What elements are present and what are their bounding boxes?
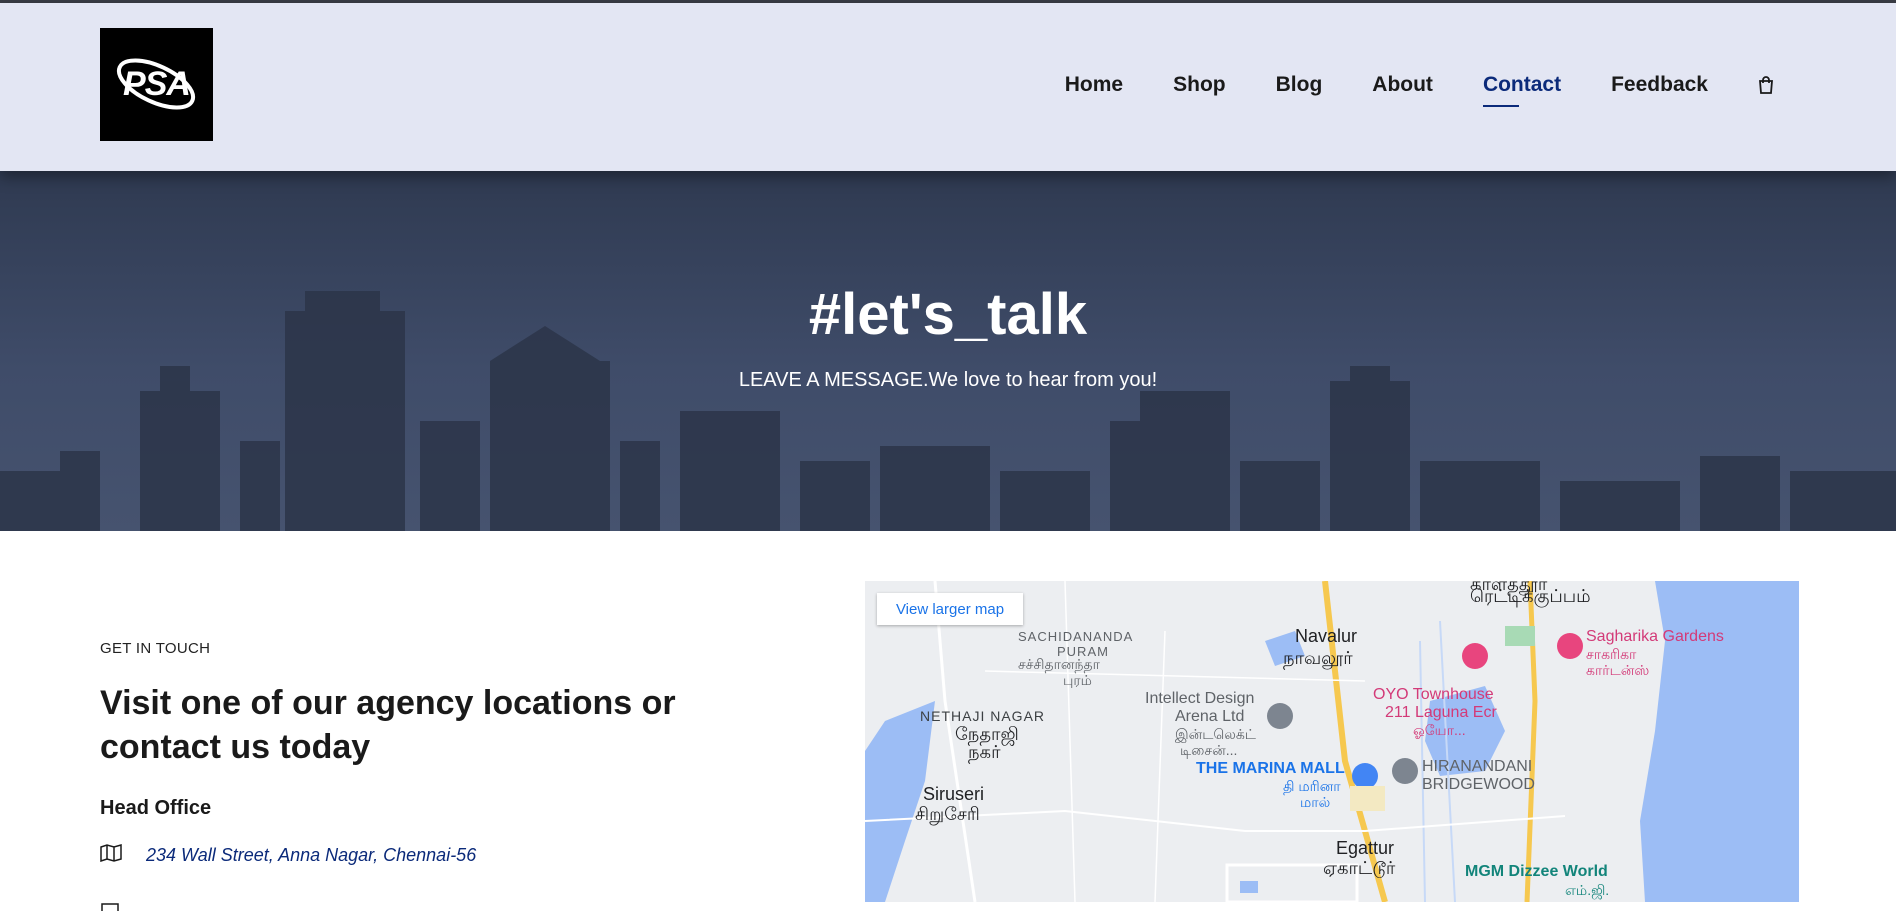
nav-about[interactable]: About xyxy=(1372,73,1433,97)
nav-feedback[interactable]: Feedback xyxy=(1611,73,1708,97)
next-contact-line xyxy=(100,898,122,916)
map-label-mgm: MGM Dizzee World xyxy=(1465,863,1608,880)
nav-contact[interactable]: Contact xyxy=(1482,73,1561,107)
section-heading: Visit one of our agency locations or con… xyxy=(100,684,676,766)
map-label-nethaji-ta2: நகர் xyxy=(968,742,1001,762)
nav-shop[interactable]: Shop xyxy=(1173,73,1226,97)
map-label-egattur-ta: ஏகாட்டூர் xyxy=(1323,858,1396,878)
hero-title: #let's_talk xyxy=(808,282,1088,347)
location-map[interactable]: View larger map காளத்தூர் ரெட்டிக்குப்பம… xyxy=(865,581,1799,902)
map-label-siruseri: Siruseri xyxy=(923,784,985,804)
main-nav: Home Shop Blog About Contact Feedback xyxy=(1015,73,1776,107)
nav-home[interactable]: Home xyxy=(1065,73,1123,97)
map-label-siruseri-ta: சிறுசேரி xyxy=(915,804,980,824)
envelope-icon xyxy=(101,903,119,911)
shopping-bag-icon[interactable] xyxy=(1756,75,1776,95)
map-label-intellect-2: Arena Ltd xyxy=(1175,708,1245,725)
map-label-hiranandani: HIRANANDANI xyxy=(1422,758,1533,775)
map-label-sachidananda-ta2: புரம் xyxy=(1063,672,1092,688)
address-text[interactable]: 234 Wall Street, Anna Nagar, Chennai-56 xyxy=(146,845,476,866)
section-eyebrow: GET IN TOUCH xyxy=(100,640,211,657)
nav-blog[interactable]: Blog xyxy=(1276,73,1323,97)
map-label-marina-mall: THE MARINA MALL xyxy=(1196,760,1345,777)
logo-swoosh-icon xyxy=(116,58,196,110)
map-label-navalur-ta: நாவலூர் xyxy=(1283,648,1353,668)
map-label-navalur: Navalur xyxy=(1295,626,1358,646)
hero-subtitle: LEAVE A MESSAGE.We love to hear from you… xyxy=(738,369,1158,391)
map-label-sagharika: Sagharika Gardens xyxy=(1586,628,1724,645)
view-larger-map-button[interactable]: View larger map xyxy=(877,593,1023,625)
map-label-oyo-ta: ஓயோ... xyxy=(1413,722,1466,738)
map-label-intellect-1: Intellect Design xyxy=(1145,690,1255,707)
map-label-sagharika-ta2: கார்டன்ஸ் xyxy=(1586,662,1650,678)
map-label-rettikuppam: ரெட்டிக்குப்பம் xyxy=(1470,586,1591,606)
contact-details: GET IN TOUCH Visit one of our agency loc… xyxy=(100,640,800,911)
map-label-mgm-ta: எம்.ஜி. xyxy=(1565,882,1610,898)
map-label-marina-ta2: மால் xyxy=(1300,794,1331,810)
site-header: PSA Home Shop Blog About Contact Feedbac… xyxy=(0,3,1896,171)
address-line: 234 Wall Street, Anna Nagar, Chennai-56 xyxy=(100,844,800,867)
site-logo[interactable]: PSA xyxy=(100,28,213,141)
map-label-bridgewood: BRIDGEWOOD xyxy=(1422,776,1535,793)
map-label-egattur: Egattur xyxy=(1336,838,1395,858)
head-office-title: Head Office xyxy=(100,797,212,819)
map-label-intellect-ta2: டிசைன்... xyxy=(1180,742,1238,758)
map-label-oyo-1: OYO Townhouse xyxy=(1373,686,1494,703)
map-label-oyo-2: 211 Laguna Ecr xyxy=(1385,704,1497,721)
map-icon xyxy=(100,844,122,867)
hero-banner: #let's_talk LEAVE A MESSAGE.We love to h… xyxy=(0,171,1896,531)
